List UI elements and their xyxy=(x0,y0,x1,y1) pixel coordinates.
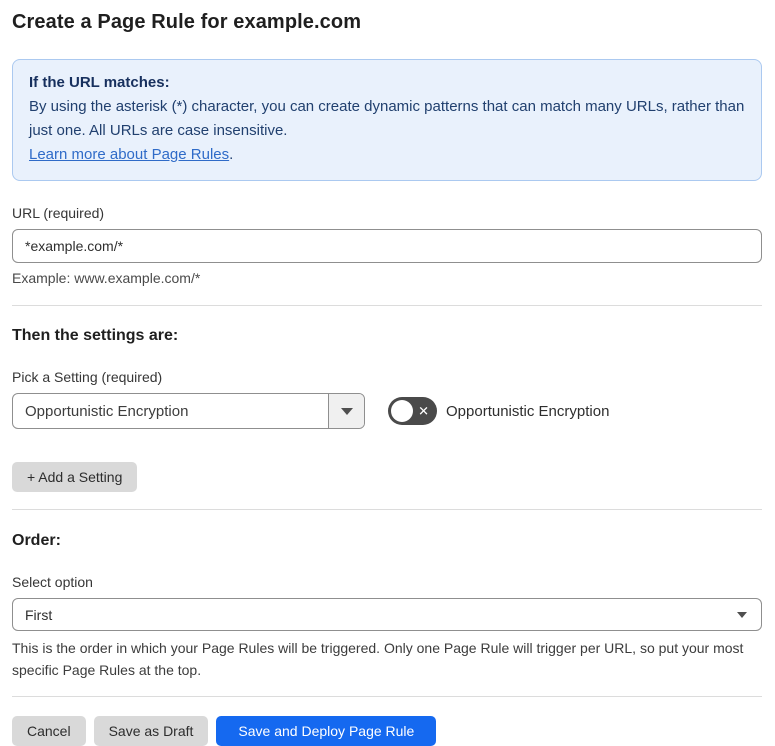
toggle-label: Opportunistic Encryption xyxy=(446,402,610,420)
info-box-heading: If the URL matches: xyxy=(29,74,170,91)
chevron-down-icon xyxy=(340,407,353,415)
url-example-text: Example: www.example.com/* xyxy=(12,270,201,286)
info-box-body: By using the asterisk (*) character, you… xyxy=(29,98,745,139)
setting-select-arrow-button[interactable] xyxy=(328,394,364,428)
cancel-button[interactable]: Cancel xyxy=(12,716,86,746)
learn-more-link[interactable]: Learn more about Page Rules xyxy=(29,146,229,163)
divider xyxy=(12,509,762,510)
toggle-off-x-icon: ✕ xyxy=(418,403,429,419)
url-input[interactable] xyxy=(12,229,762,263)
save-and-deploy-button[interactable]: Save and Deploy Page Rule xyxy=(216,716,437,746)
page-title: Create a Page Rule for example.com xyxy=(12,11,362,33)
setting-select-value: Opportunistic Encryption xyxy=(25,402,189,420)
save-as-draft-button[interactable]: Save as Draft xyxy=(93,716,209,746)
settings-section-heading: Then the settings are: xyxy=(12,327,179,344)
add-setting-button[interactable]: + Add a Setting xyxy=(12,462,138,492)
setting-select[interactable]: Opportunistic Encryption xyxy=(12,393,365,429)
order-select[interactable]: First xyxy=(12,598,762,631)
form-actions: Cancel Save as Draft Save and Deploy Pag… xyxy=(12,716,762,746)
link-suffix: . xyxy=(229,146,234,163)
order-select-value: First xyxy=(25,606,53,623)
chevron-down-icon xyxy=(737,611,747,618)
info-box-link-row: Learn more about Page Rules. xyxy=(29,143,745,167)
opportunistic-encryption-toggle[interactable]: ✕ xyxy=(388,397,437,425)
order-select-label: Select option xyxy=(12,574,93,590)
url-matches-info-box: If the URL matches: By using the asteris… xyxy=(12,59,762,181)
divider xyxy=(12,696,762,697)
toggle-knob xyxy=(391,400,413,422)
setting-picker-label: Pick a Setting (required) xyxy=(12,369,163,385)
divider xyxy=(12,305,762,306)
setting-row: Opportunistic Encryption ✕ Opportunistic… xyxy=(12,393,762,429)
order-help-text: This is the order in which your Page Rul… xyxy=(12,640,744,678)
url-field-label: URL (required) xyxy=(12,205,105,221)
order-section-heading: Order: xyxy=(12,532,61,549)
